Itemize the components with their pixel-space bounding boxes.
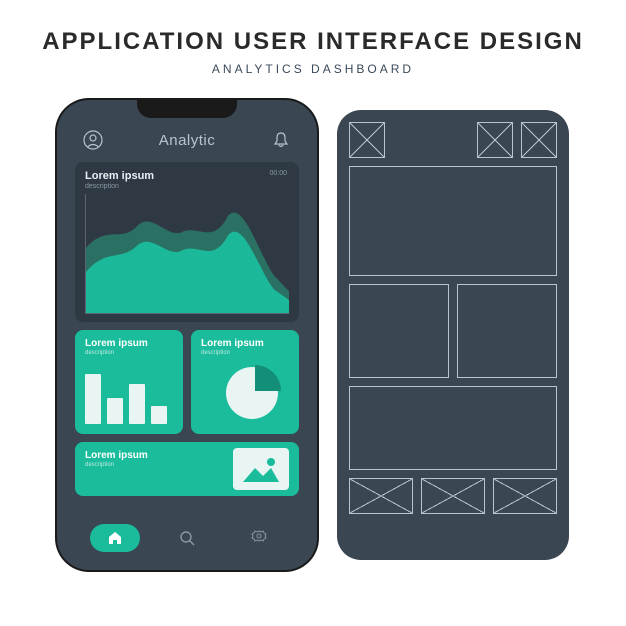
card-description: description [201, 350, 289, 356]
chart-description: description [85, 183, 289, 190]
wf-nav-2 [421, 478, 485, 514]
nav-search[interactable] [162, 524, 212, 552]
app-title: Analytic [159, 132, 216, 149]
pie-chart [223, 364, 281, 422]
card-title: Lorem ipsum [201, 338, 289, 349]
page-subtitle: ANALYTICS DASHBOARD [0, 62, 626, 76]
bottom-nav [65, 516, 309, 562]
wf-card-left [349, 284, 449, 378]
wf-header-right-1 [477, 122, 513, 158]
nav-settings[interactable] [234, 524, 284, 552]
bar-chart-card[interactable]: Lorem ipsum description [75, 330, 183, 434]
main-area-chart[interactable]: Lorem ipsum description 00:00 [75, 162, 299, 322]
bar-chart [85, 374, 167, 424]
page-title: APPLICATION USER INTERFACE DESIGN [0, 28, 626, 56]
profile-icon[interactable] [83, 130, 103, 150]
nav-home[interactable] [90, 524, 140, 552]
chart-title: Lorem ipsum [85, 170, 289, 182]
bell-icon[interactable] [271, 130, 291, 150]
wf-header-right-2 [521, 122, 557, 158]
wf-bottom-card [349, 386, 557, 470]
image-placeholder-icon [233, 448, 289, 490]
wireframe-mockup [337, 110, 569, 560]
image-card[interactable]: Lorem ipsum description [75, 442, 299, 496]
wf-card-right [457, 284, 557, 378]
wf-nav-3 [493, 478, 557, 514]
top-bar: Analytic [65, 108, 309, 158]
card-title: Lorem ipsum [85, 338, 173, 349]
pie-chart-card[interactable]: Lorem ipsum description [191, 330, 299, 434]
wf-main-chart [349, 166, 557, 276]
wf-nav-1 [349, 478, 413, 514]
card-description: description [85, 350, 173, 356]
chart-time: 00:00 [269, 170, 287, 177]
phone-mockup: Analytic Lorem ipsum description 00:00 [57, 100, 317, 570]
wf-header-left [349, 122, 385, 158]
